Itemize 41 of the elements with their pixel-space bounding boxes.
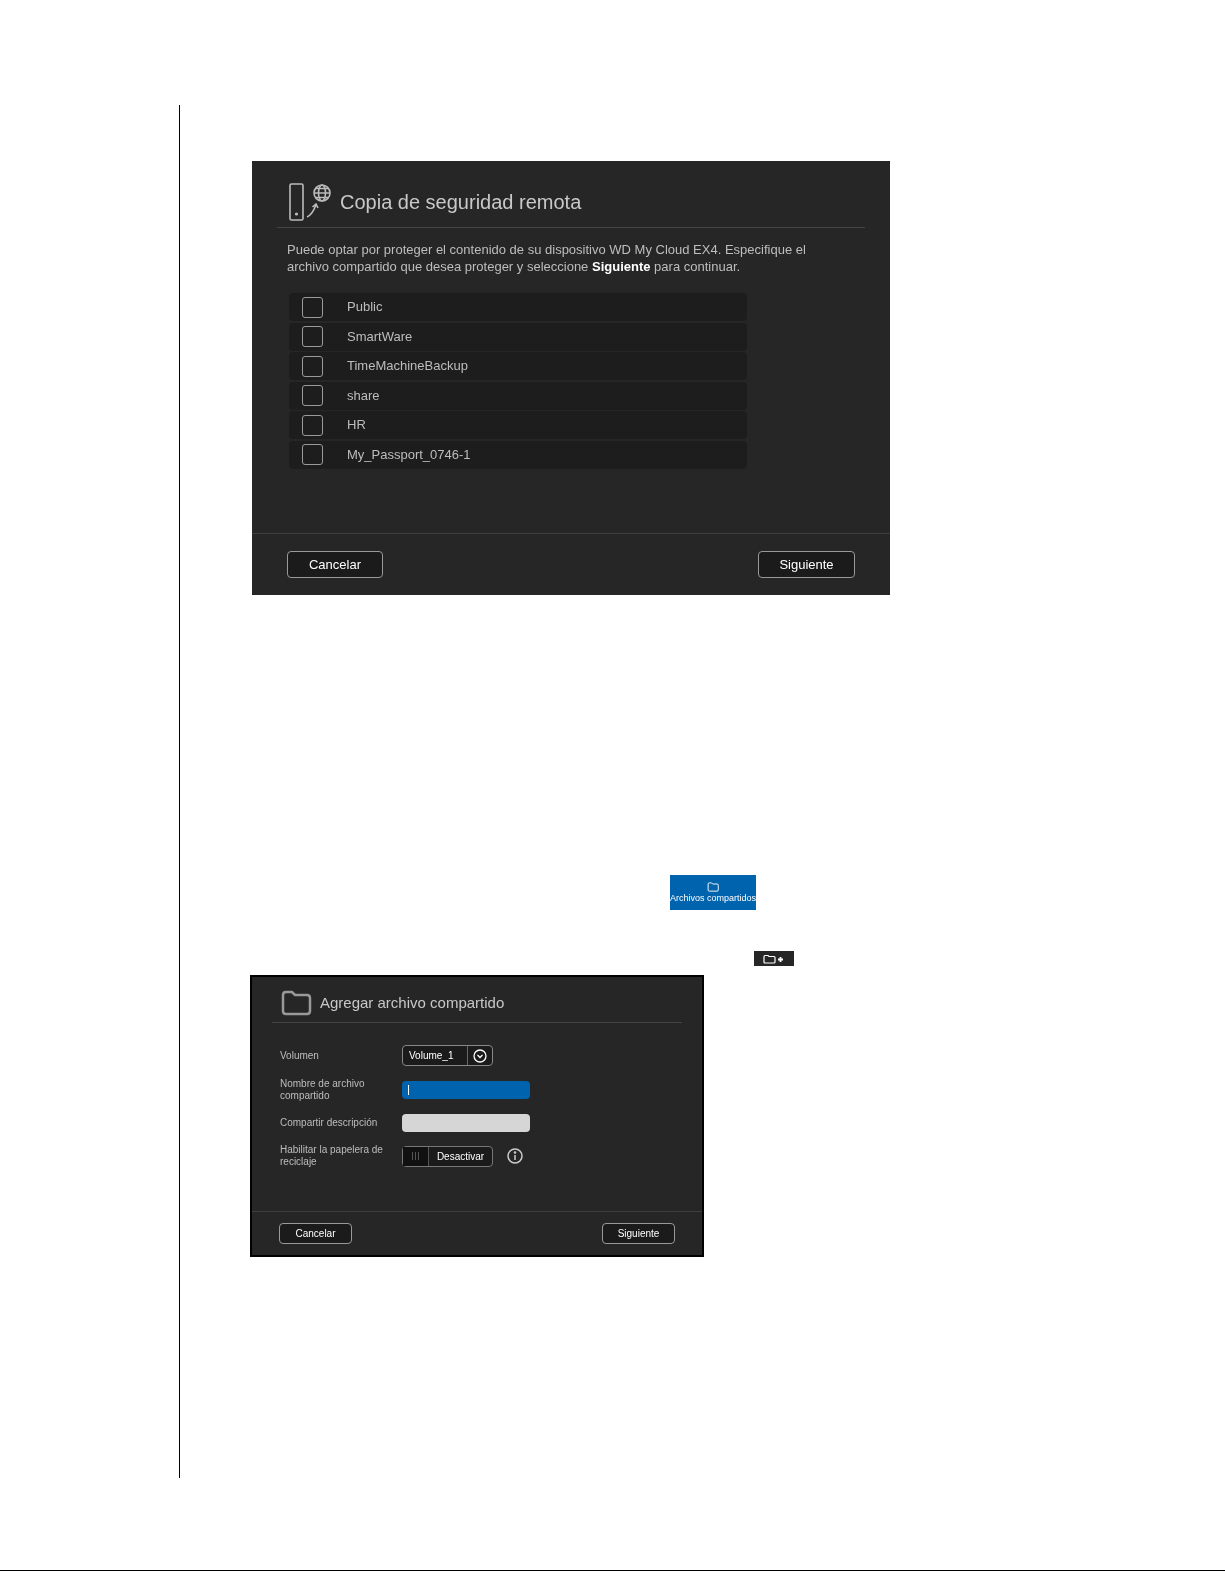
share-row[interactable]: Public bbox=[289, 293, 747, 321]
folder-icon bbox=[280, 990, 312, 1016]
dialog-description: Puede optar por proteger el contenido de su dispositivo WD My Cloud EX4. Especifique el archivo compartido que desea proteger y seleccione Siguiente para continuar. bbox=[287, 241, 807, 275]
volume-select[interactable]: Volume_1 bbox=[402, 1045, 493, 1066]
share-name: TimeMachineBackup bbox=[347, 357, 468, 376]
share-row[interactable]: TimeMachineBackup bbox=[289, 352, 747, 380]
checkbox[interactable] bbox=[302, 355, 323, 377]
share-name: share bbox=[347, 386, 380, 405]
share-name: My_Passport_0746-1 bbox=[347, 445, 471, 464]
checkbox[interactable] bbox=[302, 444, 323, 465]
field-label: Volumen bbox=[280, 1049, 320, 1062]
share-row[interactable]: share bbox=[289, 381, 747, 410]
dialog-title: Agregar archivo compartido bbox=[320, 992, 505, 1013]
checkbox[interactable] bbox=[302, 326, 323, 347]
field-label: Nombre de archivo compartido bbox=[280, 1078, 366, 1102]
dialog-button[interactable]: Siguiente bbox=[758, 551, 855, 578]
text-field[interactable] bbox=[402, 1081, 530, 1099]
checkbox[interactable] bbox=[302, 296, 323, 318]
chevron-down-icon bbox=[473, 1048, 487, 1063]
add-folder-button[interactable] bbox=[754, 951, 794, 966]
checkbox[interactable] bbox=[302, 385, 323, 406]
share-name: HR bbox=[347, 416, 366, 435]
folder-icon bbox=[707, 882, 719, 892]
field-label: Habilitar la papelera de reciclaje bbox=[280, 1144, 384, 1168]
share-name: Public bbox=[347, 298, 383, 317]
share-row[interactable]: My_Passport_0746-1 bbox=[289, 440, 747, 469]
info-icon[interactable] bbox=[507, 1148, 523, 1164]
share-row[interactable]: SmartWare bbox=[289, 322, 747, 351]
text-field[interactable] bbox=[402, 1114, 530, 1132]
share-row[interactable]: HR bbox=[289, 411, 747, 439]
share-name: SmartWare bbox=[347, 327, 413, 346]
dialog-button[interactable]: Cancelar bbox=[279, 1223, 352, 1244]
toggle-switch[interactable]: Desactivar bbox=[402, 1145, 493, 1167]
field-label: Compartir descripción bbox=[280, 1117, 379, 1129]
dialog-button[interactable]: Cancelar bbox=[287, 551, 383, 578]
folder-plus-icon bbox=[762, 953, 786, 964]
device-globe-icon bbox=[288, 183, 332, 221]
checkbox[interactable] bbox=[302, 414, 323, 436]
dialog-title: Copia de seguridad remota bbox=[340, 190, 582, 215]
dialog-button[interactable]: Siguiente bbox=[602, 1223, 675, 1244]
shares-button[interactable]: Archivos compartidos bbox=[670, 875, 756, 910]
